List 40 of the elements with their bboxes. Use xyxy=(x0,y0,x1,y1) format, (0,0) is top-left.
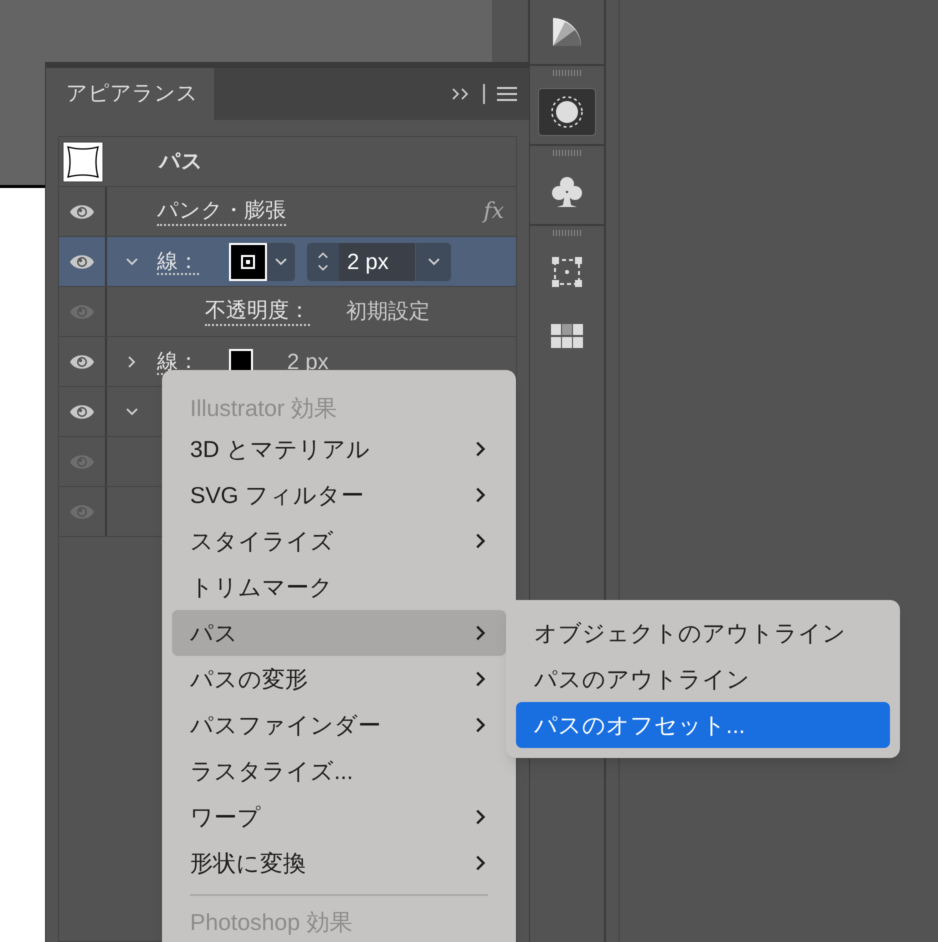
opacity-value: 初期設定 xyxy=(346,298,430,325)
swatch-dropdown[interactable] xyxy=(267,242,295,280)
stroke-weight-field[interactable]: 2 px xyxy=(307,242,451,280)
stroke-link[interactable]: 線： xyxy=(157,248,229,274)
submenu-item[interactable]: オブジェクトのアウトライン xyxy=(516,610,890,656)
tool-button[interactable] xyxy=(538,88,596,136)
collapse-icon[interactable] xyxy=(451,87,471,101)
menu-item[interactable]: パスの変形 xyxy=(172,656,506,702)
transform-icon xyxy=(552,257,582,287)
eye-icon[interactable] xyxy=(69,354,95,370)
gradient-icon xyxy=(551,16,583,48)
stroke-swatch[interactable] xyxy=(229,242,267,280)
menu-item[interactable]: パス xyxy=(172,610,506,656)
submenu-item[interactable]: パスのアウトライン xyxy=(516,656,890,702)
opacity-link[interactable]: 不透明度： xyxy=(205,298,310,326)
fx-label: fx xyxy=(483,198,504,226)
menu-section-header: Illustrator 効果 xyxy=(190,394,337,422)
menu-item[interactable]: 3D とマテリアル xyxy=(172,426,506,472)
path-thumbnail-icon xyxy=(63,142,103,182)
menu-item[interactable]: 形状に変換 xyxy=(172,840,506,886)
club-icon xyxy=(551,175,583,209)
panel-tab[interactable]: アピアランス xyxy=(46,68,214,120)
submenu-item[interactable]: パスのオフセット... xyxy=(516,702,890,748)
menu-item[interactable]: ワープ xyxy=(172,794,506,840)
menu-item[interactable]: スタイライズ xyxy=(172,518,506,564)
menu-item[interactable]: パスファインダー xyxy=(172,702,506,748)
appearance-row[interactable]: 線： 2 px xyxy=(59,237,516,287)
menu-icon[interactable] xyxy=(497,86,517,102)
grid-icon xyxy=(551,324,583,348)
menu-section-header: Photoshop 効果 xyxy=(190,908,352,936)
menu-item[interactable]: SVG フィルター xyxy=(172,472,506,518)
eye-icon[interactable] xyxy=(69,254,95,270)
appearance-row[interactable]: 不透明度： 初期設定 xyxy=(59,287,516,337)
menu-item[interactable]: ラスタライズ... xyxy=(172,748,506,794)
object-label: パス xyxy=(159,148,203,175)
effect-link[interactable]: パンク・膨張 xyxy=(157,198,286,226)
menu-item[interactable]: トリムマーク xyxy=(172,564,506,610)
circle-icon xyxy=(550,95,584,129)
eye-icon[interactable] xyxy=(69,404,95,420)
eye-icon[interactable] xyxy=(69,204,95,220)
